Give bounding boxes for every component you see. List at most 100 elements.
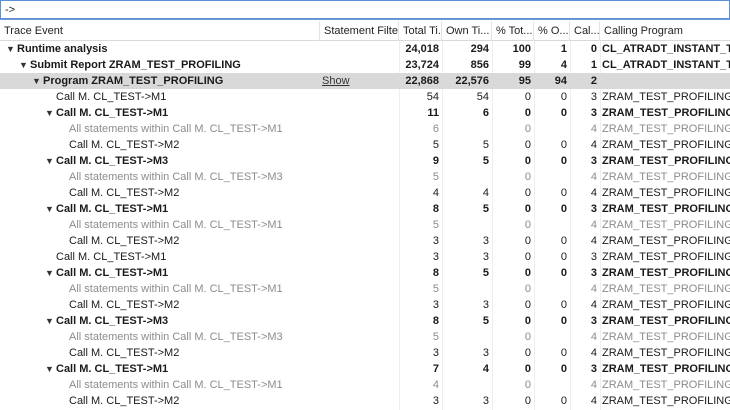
- calls-cell: 4: [590, 283, 597, 295]
- show-filter-link[interactable]: Show: [322, 75, 350, 87]
- calling-program-cell: ZRAM_TEST_PROFILING: [602, 219, 730, 231]
- column-header-pct-total[interactable]: % Tot...: [492, 21, 534, 41]
- calling-program-cell: CL_ATRADT_INSTANT_TRA: [602, 59, 730, 71]
- statement-filter-cell: [320, 249, 399, 265]
- trace-event-cell: Call M. CL_TEST->M2: [58, 345, 318, 361]
- column-header-total-time[interactable]: Total Ti...: [399, 21, 442, 41]
- total-time-cell: 5: [432, 331, 439, 343]
- pct-total-cell: 0: [524, 123, 531, 135]
- statement-filter-cell: [320, 281, 399, 297]
- trace-row[interactable]: All statements within Call M. CL_TEST->M…: [0, 169, 730, 185]
- trace-row[interactable]: ▼ Call M. CL_TEST->M3 9 5 0 0 3 ZRAM_TEST_PROFI…: [0, 153, 730, 169]
- pct-own-cell: [534, 281, 570, 297]
- trace-event-label: All statements within Call M. CL_TEST->M…: [69, 171, 283, 183]
- column-header-trace-event[interactable]: Trace Event: [0, 21, 320, 41]
- pct-total-cell: 0: [524, 363, 531, 375]
- expand-arrow-icon[interactable]: ▼: [45, 361, 56, 377]
- own-time-cell: 5: [482, 203, 489, 215]
- pct-own-cell: [534, 217, 570, 233]
- calls-cell: 0: [590, 43, 597, 55]
- column-header-own-time[interactable]: Own Ti...: [442, 21, 492, 41]
- trace-event-cell: ▼ Program ZRAM_TEST_PROFILING: [32, 73, 318, 89]
- total-time-cell: 54: [426, 91, 439, 103]
- pct-total-cell: 0: [524, 219, 531, 231]
- trace-row[interactable]: ▼ Call M. CL_TEST->M1 11 6 0 0 3 ZRAM_TEST_PROF…: [0, 105, 730, 121]
- trace-row[interactable]: All statements within Call M. CL_TEST->M…: [0, 281, 730, 297]
- trace-event-label: Call M. CL_TEST->M3: [56, 155, 169, 167]
- trace-event-label: Call M. CL_TEST->M1: [56, 91, 167, 103]
- trace-row[interactable]: Call M. CL_TEST->M1 54 54 0 0 3 ZRAM_TEST_PROF…: [0, 89, 730, 105]
- column-header-statement-filter[interactable]: Statement Filter: [320, 21, 399, 41]
- trace-row[interactable]: Call M. CL_TEST->M2 3 3 0 0 4 ZRAM_TEST_PROFIL…: [0, 233, 730, 249]
- total-time-cell: 3: [432, 395, 439, 407]
- trace-event-cell: ▼ Call M. CL_TEST->M1: [45, 105, 318, 121]
- pct-own-cell: 0: [560, 299, 567, 311]
- trace-row[interactable]: Call M. CL_TEST->M2 4 4 0 0 4 ZRAM_TEST_PROFIL…: [0, 185, 730, 201]
- trace-filter-input[interactable]: [0, 0, 730, 19]
- trace-row[interactable]: ▼ Program ZRAM_TEST_PROFILING Show 22,868 22…: [0, 73, 730, 89]
- trace-tree: ▼ Runtime analysis 24,018 294 100 1 0 CL_ATRADT…: [0, 41, 730, 409]
- trace-row[interactable]: All statements within Call M. CL_TEST->M…: [0, 377, 730, 393]
- calling-program-cell: ZRAM_TEST_PROFILING: [602, 91, 730, 103]
- statement-filter-cell: [320, 201, 399, 217]
- statement-filter-cell: Show: [320, 73, 399, 89]
- trace-row[interactable]: Call M. CL_TEST->M2 3 3 0 0 4 ZRAM_TEST_PROFIL…: [0, 393, 730, 409]
- trace-event-label: Call M. CL_TEST->M1: [56, 363, 169, 375]
- trace-row[interactable]: Call M. CL_TEST->M2 3 3 0 0 4 ZRAM_TEST_PROFIL…: [0, 345, 730, 361]
- total-time-cell: 3: [432, 251, 439, 263]
- own-time-cell: 5: [482, 155, 489, 167]
- column-header-calls[interactable]: Cal...: [570, 21, 600, 41]
- expand-arrow-icon[interactable]: ▼: [6, 41, 17, 57]
- trace-event-cell: Call M. CL_TEST->M2: [58, 233, 318, 249]
- expand-arrow-icon[interactable]: ▼: [45, 313, 56, 329]
- trace-event-cell: Call M. CL_TEST->M2: [58, 137, 318, 153]
- total-time-cell: 6: [432, 123, 439, 135]
- total-time-cell: 3: [432, 347, 439, 359]
- trace-event-cell: Call M. CL_TEST->M2: [58, 393, 318, 409]
- trace-event-label: Runtime analysis: [17, 43, 108, 55]
- expand-arrow-icon[interactable]: ▼: [19, 57, 30, 73]
- expand-arrow-icon[interactable]: ▼: [32, 73, 43, 89]
- trace-row[interactable]: ▼ Call M. CL_TEST->M3 8 5 0 0 3 ZRAM_TEST_PROFI…: [0, 313, 730, 329]
- trace-event-cell: All statements within Call M. CL_TEST->M…: [58, 377, 318, 393]
- trace-row[interactable]: ▼ Call M. CL_TEST->M1 8 5 0 0 3 ZRAM_TEST_PROFI…: [0, 201, 730, 217]
- trace-row[interactable]: ▼ Call M. CL_TEST->M1 7 4 0 0 3 ZRAM_TEST_PROFI…: [0, 361, 730, 377]
- calling-program-cell: ZRAM_TEST_PROFILING: [602, 251, 730, 263]
- expand-arrow-icon[interactable]: ▼: [45, 105, 56, 121]
- own-time-cell: 3: [482, 347, 489, 359]
- trace-row[interactable]: All statements within Call M. CL_TEST->M…: [0, 329, 730, 345]
- trace-row[interactable]: All statements within Call M. CL_TEST->M…: [0, 121, 730, 137]
- column-header-pct-own[interactable]: % O...: [534, 21, 570, 41]
- calling-program-cell: ZRAM_TEST_PROFILING: [602, 347, 730, 359]
- pct-own-cell: 0: [560, 347, 567, 359]
- trace-event-cell: All statements within Call M. CL_TEST->M…: [58, 329, 318, 345]
- calling-program-cell: ZRAM_TEST_PROFILING: [602, 107, 730, 119]
- expand-arrow-icon[interactable]: ▼: [45, 153, 56, 169]
- expand-arrow-icon[interactable]: ▼: [45, 265, 56, 281]
- calls-cell: 4: [590, 123, 597, 135]
- trace-event-label: Call M. CL_TEST->M1: [56, 203, 169, 215]
- trace-event-cell: ▼ Runtime analysis: [6, 41, 318, 57]
- own-time-cell: 4: [482, 363, 489, 375]
- total-time-cell: 5: [432, 283, 439, 295]
- pct-total-cell: 95: [518, 75, 531, 87]
- own-time-cell: 5: [482, 267, 489, 279]
- pct-total-cell: 0: [524, 187, 531, 199]
- calling-program-cell: CL_ATRADT_INSTANT_TRA: [602, 43, 730, 55]
- trace-row[interactable]: Call M. CL_TEST->M1 3 3 0 0 3 ZRAM_TEST_PROFIL…: [0, 249, 730, 265]
- trace-event-cell: Call M. CL_TEST->M2: [58, 297, 318, 313]
- pct-own-cell: 0: [560, 363, 567, 375]
- column-header-calling-program[interactable]: Calling Program: [600, 21, 730, 41]
- trace-row[interactable]: Call M. CL_TEST->M2 5 5 0 0 4 ZRAM_TEST_PROFIL…: [0, 137, 730, 153]
- trace-row[interactable]: ▼ Runtime analysis 24,018 294 100 1 0 CL_ATRADT…: [0, 41, 730, 57]
- own-time-cell: 3: [482, 251, 489, 263]
- pct-total-cell: 0: [524, 395, 531, 407]
- pct-total-cell: 0: [524, 251, 531, 263]
- trace-row[interactable]: All statements within Call M. CL_TEST->M…: [0, 217, 730, 233]
- statement-filter-cell: [320, 265, 399, 281]
- own-time-cell: 3: [482, 299, 489, 311]
- trace-row[interactable]: ▼ Call M. CL_TEST->M1 8 5 0 0 3 ZRAM_TEST_PROFI…: [0, 265, 730, 281]
- trace-row[interactable]: ▼ Submit Report ZRAM_TEST_PROFILING 23,724…: [0, 57, 730, 73]
- trace-row[interactable]: Call M. CL_TEST->M2 3 3 0 0 4 ZRAM_TEST_PROFIL…: [0, 297, 730, 313]
- expand-arrow-icon[interactable]: ▼: [45, 201, 56, 217]
